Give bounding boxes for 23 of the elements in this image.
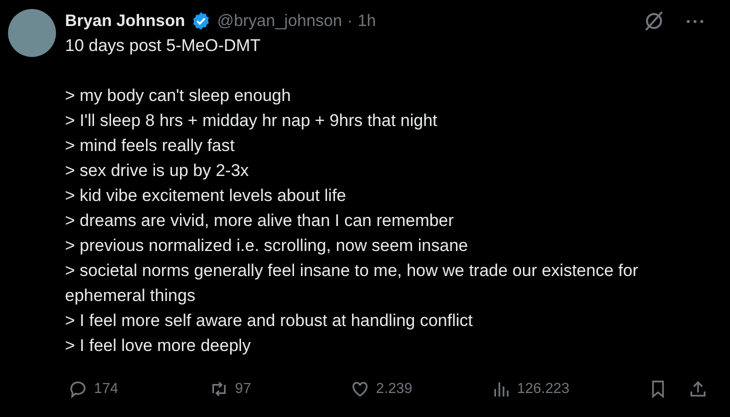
- tweet-line: > my body can't sleep enough: [65, 85, 292, 107]
- tweet-line: > previous normalized i.e. scrolling, now seem insane: [65, 235, 470, 257]
- tweet-line: > I feel more self aware and robust at handling conflict: [65, 310, 474, 332]
- timestamp[interactable]: 1h: [358, 12, 376, 30]
- author-handle[interactable]: @bryan_johnson: [217, 12, 342, 30]
- tweet-headline: 10 days post 5-MeO-DMT: [65, 35, 262, 57]
- separator: ·: [347, 12, 353, 30]
- tweet-line: > societal norms generally feel insane to me, how we trade our existence for ephemeral things: [65, 260, 640, 307]
- tweet-line: > kid vibe excitement levels about life: [65, 185, 348, 207]
- speech-bubble-icon: [68, 379, 88, 399]
- reply-button[interactable]: 174: [66, 377, 207, 401]
- repost-button[interactable]: 97: [207, 377, 348, 401]
- avatar[interactable]: [8, 9, 56, 57]
- more-icon[interactable]: [686, 18, 704, 24]
- tweet-line: > sex drive is up by 2-3x: [65, 160, 250, 182]
- heart-icon: [350, 379, 370, 399]
- tweet-line: > dreams are vivid, more alive than I can remember: [65, 210, 455, 232]
- views-button[interactable]: 126.223: [489, 377, 630, 401]
- tweet-line: > I'll sleep 8 hrs + midday hr nap + 9hrs that night: [65, 110, 438, 132]
- like-button[interactable]: 2.239: [348, 377, 489, 401]
- tweet-line: > I feel love more deeply: [65, 335, 252, 357]
- tweet-line: > mind feels really fast: [65, 135, 236, 157]
- author-name[interactable]: Bryan Johnson: [65, 12, 186, 30]
